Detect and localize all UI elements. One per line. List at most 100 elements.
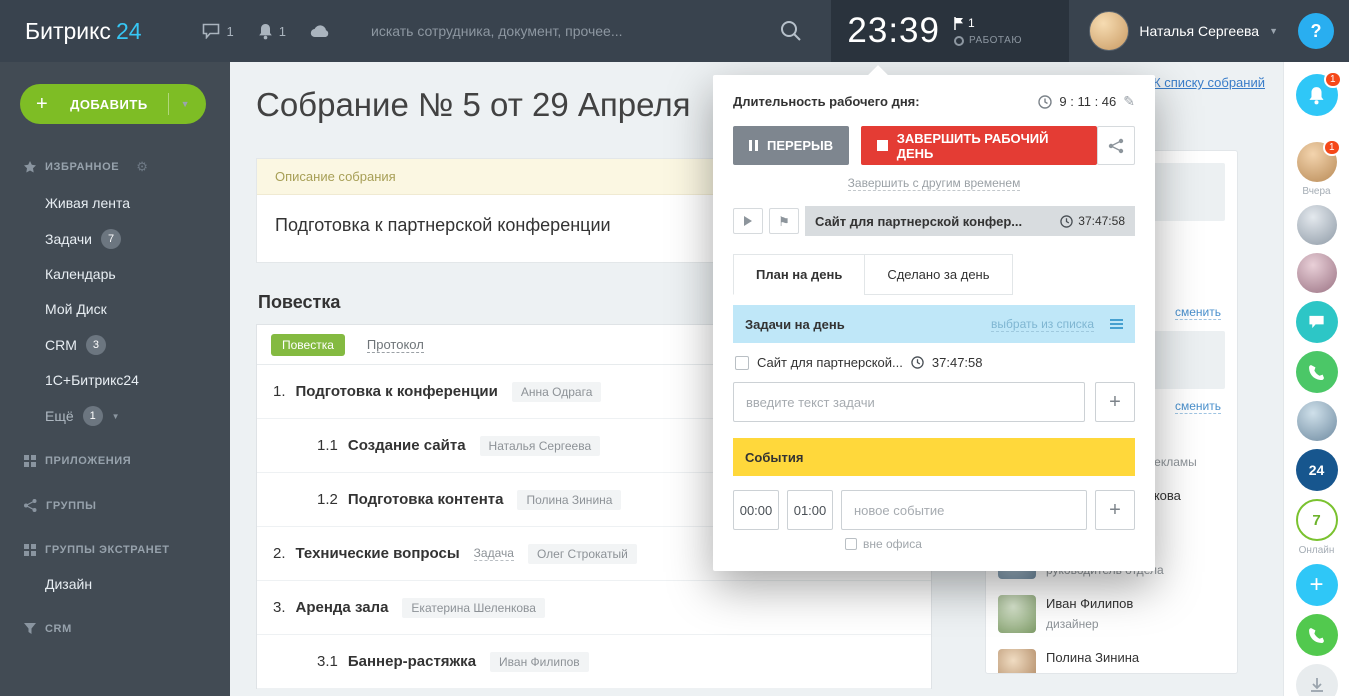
history-button[interactable]	[1296, 664, 1338, 696]
clock-icon	[1038, 95, 1052, 109]
groups-header-label: ГРУППЫ	[46, 500, 96, 512]
member-row[interactable]: Полина Зининаконтент-менеджер	[998, 641, 1225, 674]
agenda-item-number: 1.1	[317, 437, 338, 454]
open-chat-button[interactable]	[1296, 301, 1338, 343]
sidebar-item-tasks[interactable]: Задачи7	[0, 221, 230, 257]
recent-chat-avatar[interactable]	[1297, 205, 1337, 245]
chat-indicator[interactable]: 1	[202, 23, 234, 39]
bell-icon	[258, 23, 273, 40]
agenda-item-person: Иван Филипов	[490, 652, 589, 672]
extranet-groups-header[interactable]: ГРУППЫ ЭКСТРАНЕТ	[0, 533, 230, 567]
chat-count: 1	[227, 24, 234, 39]
topbar: Битрикс24 1 1 23:39 1 РАБОТАЮ	[0, 0, 1349, 62]
page-title: Собрание № 5 от 29 Апреля	[256, 86, 690, 124]
change-link[interactable]: сменить	[1175, 399, 1221, 414]
recent-chat-avatar[interactable]	[1297, 401, 1337, 441]
recent-chat-avatar[interactable]: 1	[1297, 142, 1337, 182]
out-of-office-label: вне офиса	[863, 537, 922, 551]
left-sidebar: + ДОБАВИТЬ ▼ ИЗБРАННОЕ ⚙ Живая лента Зад…	[0, 62, 230, 696]
tab-agenda[interactable]: Повестка	[271, 334, 345, 356]
back-link-label: К списку собраний	[1153, 75, 1265, 90]
stop-icon	[877, 140, 888, 151]
add-event-button[interactable]: +	[1095, 490, 1135, 530]
apps-header[interactable]: ПРИЛОЖЕНИЯ	[0, 444, 230, 478]
member-row[interactable]: Иван Филиповдизайнер	[998, 587, 1225, 641]
finish-workday-button[interactable]: ЗАВЕРШИТЬ РАБОЧИЙ ДЕНЬ	[861, 126, 1097, 165]
agenda-section-title: Повестка	[258, 292, 340, 313]
new-chat-button[interactable]: +	[1296, 564, 1338, 606]
sidebar-item-live-feed[interactable]: Живая лента	[0, 186, 230, 221]
hamburger-icon[interactable]	[1110, 319, 1123, 329]
sidebar-item-more[interactable]: Ещё1▼	[0, 398, 230, 434]
play-task-button[interactable]	[733, 208, 763, 234]
flag-counter[interactable]: 1	[954, 16, 1022, 30]
tab-done-for-day[interactable]: Сделано за день	[864, 254, 1012, 295]
chat-icon	[202, 23, 221, 39]
worktime-clock-panel[interactable]: 23:39 1 РАБОТАЮ	[831, 0, 1069, 62]
main-content: К списку собраний Собрание № 5 от 29 Апр…	[230, 62, 1283, 696]
extranet-header-label: ГРУППЫ ЭКСТРАНЕТ	[45, 544, 170, 556]
task-item-time: 37:47:58	[932, 355, 983, 370]
search-input[interactable]	[371, 23, 779, 39]
user-menu[interactable]: Наталья Сергеева ▼	[1069, 0, 1298, 62]
agenda-item-number: 3.1	[317, 653, 338, 670]
finish-other-time-link[interactable]: Завершить с другим временем	[848, 176, 1021, 191]
crm-section-header[interactable]: CRM	[0, 612, 230, 646]
change-link[interactable]: сменить	[1175, 305, 1221, 320]
sidebar-item-my-disk[interactable]: Мой Диск	[0, 292, 230, 327]
online-users-button[interactable]: 7	[1296, 499, 1338, 541]
sidebar-item-label: Дизайн	[45, 575, 92, 594]
event-time-to-input[interactable]	[787, 490, 833, 530]
chevron-down-icon[interactable]: ▼	[181, 99, 190, 109]
call-button[interactable]	[1296, 351, 1338, 393]
add-button-label: ДОБАВИТЬ	[62, 97, 155, 112]
sidebar-item-1c-bitrix24[interactable]: 1С+Битрикс24	[0, 363, 230, 398]
break-button[interactable]: ПЕРЕРЫВ	[733, 126, 849, 165]
agenda-item-number: 2.	[273, 545, 286, 562]
sidebar-item-label: Мой Диск	[45, 300, 107, 319]
choose-from-list-link[interactable]: выбрать из списка	[991, 317, 1094, 332]
add-task-button[interactable]: +	[1095, 382, 1135, 422]
notifications-indicator[interactable]: 1	[258, 23, 286, 40]
telephony-button[interactable]	[1296, 614, 1338, 656]
out-of-office-checkbox[interactable]	[845, 538, 857, 550]
share-icon	[1108, 138, 1124, 154]
gear-icon[interactable]: ⚙	[136, 159, 148, 175]
bitrix24-network-button[interactable]: 24	[1296, 449, 1338, 491]
notifications-button[interactable]: 1	[1296, 74, 1338, 116]
groups-header[interactable]: ГРУППЫ	[0, 488, 230, 523]
events-header: События	[733, 438, 1135, 476]
finish-task-button[interactable]: ⚑	[769, 208, 799, 234]
agenda-item-person: Олег Строкатый	[528, 544, 637, 564]
current-task-bar[interactable]: Сайт для партнерской конфер... 37:47:58	[805, 206, 1135, 236]
share-button[interactable]	[1097, 126, 1135, 165]
edit-icon[interactable]: ✎	[1123, 93, 1135, 110]
funnel-icon	[24, 623, 36, 635]
help-button[interactable]: ?	[1298, 13, 1334, 49]
disk-indicator[interactable]	[310, 24, 331, 38]
play-icon	[744, 216, 752, 226]
event-time-from-input[interactable]	[733, 490, 779, 530]
recent-chat-avatar[interactable]	[1297, 253, 1337, 293]
sidebar-item-calendar[interactable]: Календарь	[0, 257, 230, 292]
tab-plan-for-day[interactable]: План на день	[733, 254, 865, 295]
bitrix24-logo[interactable]: Битрикс24	[25, 18, 142, 45]
sidebar-item-label: 1С+Битрикс24	[45, 371, 139, 390]
tab-protocol[interactable]: Протокол	[367, 337, 424, 353]
agenda-task-link[interactable]: Задача	[474, 546, 514, 561]
sidebar-item-design[interactable]: Дизайн	[0, 567, 230, 602]
agenda-row[interactable]: 3.1 Баннер-растяжка Иван Филипов	[257, 635, 931, 689]
global-search[interactable]	[371, 19, 803, 43]
cloud-icon	[310, 24, 331, 38]
search-icon[interactable]	[779, 19, 803, 43]
tasks-badge: 7	[101, 229, 121, 249]
new-task-input[interactable]	[733, 382, 1085, 422]
sidebar-item-crm[interactable]: CRM3	[0, 327, 230, 363]
agenda-row[interactable]: 3. Аренда зала Екатерина Шеленкова	[257, 581, 931, 635]
new-event-input[interactable]	[841, 490, 1087, 530]
agenda-item-person: Полина Зинина	[517, 490, 621, 510]
agenda-item-number: 3.	[273, 599, 286, 616]
add-button[interactable]: + ДОБАВИТЬ ▼	[20, 84, 206, 124]
task-checkbox[interactable]	[735, 356, 749, 370]
logo-text: Битрикс	[25, 18, 111, 44]
